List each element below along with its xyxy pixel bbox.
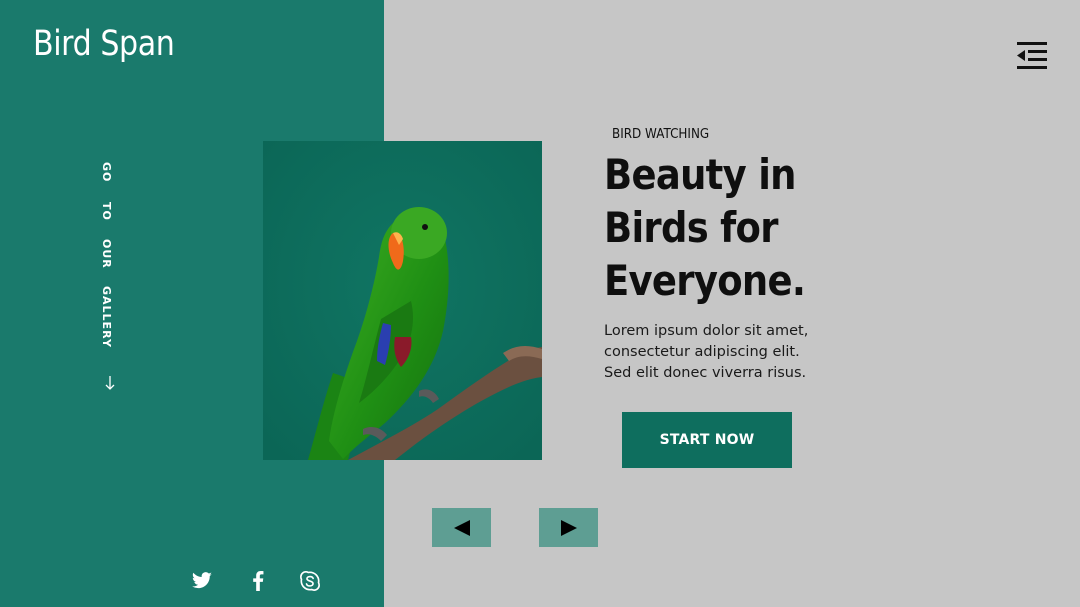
skype-icon xyxy=(300,571,320,591)
hero-headline: Beauty in Birds for Everyone. xyxy=(604,148,868,307)
hero-eyebrow: BIRD WATCHING xyxy=(612,127,710,142)
gallery-link-word: OUR xyxy=(100,239,113,269)
arrow-down-icon xyxy=(105,376,115,390)
description-line: Lorem ipsum dolor sit amet, xyxy=(604,323,809,339)
skype-link[interactable] xyxy=(297,568,323,594)
triangle-left-icon xyxy=(453,519,470,536)
gallery-link-word: GALLERY xyxy=(100,286,113,348)
headline-line: Birds for xyxy=(604,203,778,252)
prev-slide-button[interactable] xyxy=(432,508,491,547)
green-parrot-photo xyxy=(263,141,542,460)
hero-photo xyxy=(263,141,542,460)
gallery-link-word: GO xyxy=(100,162,113,183)
gallery-vertical-link[interactable]: GO TO OUR GALLERY xyxy=(100,162,120,352)
twitter-link[interactable] xyxy=(189,568,215,594)
triangle-right-icon xyxy=(560,519,577,536)
description-line: Sed elit donec viverra risus. xyxy=(604,365,807,381)
brand-logo[interactable]: Bird Span xyxy=(33,24,175,64)
facebook-link[interactable] xyxy=(245,568,271,594)
gallery-arrow-button[interactable] xyxy=(103,374,117,392)
facebook-icon xyxy=(253,571,264,591)
menu-button[interactable] xyxy=(1014,40,1050,72)
start-now-button[interactable]: START NOW xyxy=(622,412,792,468)
gallery-link-word: TO xyxy=(100,202,113,221)
twitter-icon xyxy=(192,572,212,589)
headline-line: Beauty in xyxy=(604,150,796,199)
description-line: consectetur adipiscing elit. xyxy=(604,344,800,360)
next-slide-button[interactable] xyxy=(539,508,598,547)
menu-collapse-icon xyxy=(1017,42,1047,69)
headline-line: Everyone. xyxy=(604,256,806,305)
hero-description: Lorem ipsum dolor sit amet, consectetur … xyxy=(604,321,844,384)
